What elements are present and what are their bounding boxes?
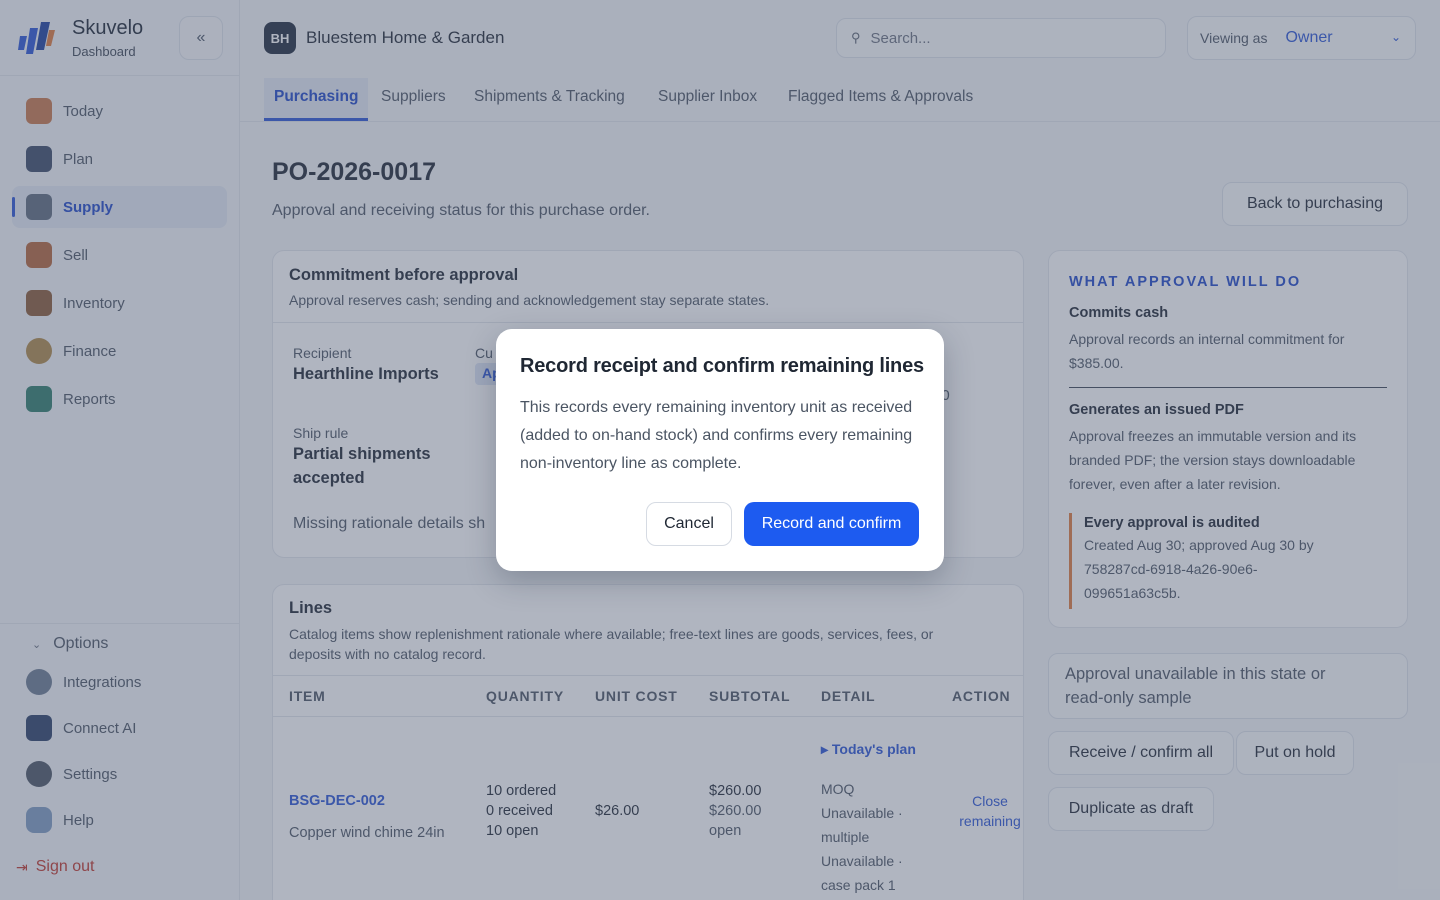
record-and-confirm-button[interactable]: Record and confirm: [744, 502, 919, 546]
cancel-button[interactable]: Cancel: [646, 502, 732, 546]
confirm-receipt-dialog: Record receipt and confirm remaining lin…: [496, 329, 944, 571]
dialog-title: Record receipt and confirm remaining lin…: [520, 355, 924, 377]
dialog-body: This records every remaining inventory u…: [520, 399, 913, 472]
